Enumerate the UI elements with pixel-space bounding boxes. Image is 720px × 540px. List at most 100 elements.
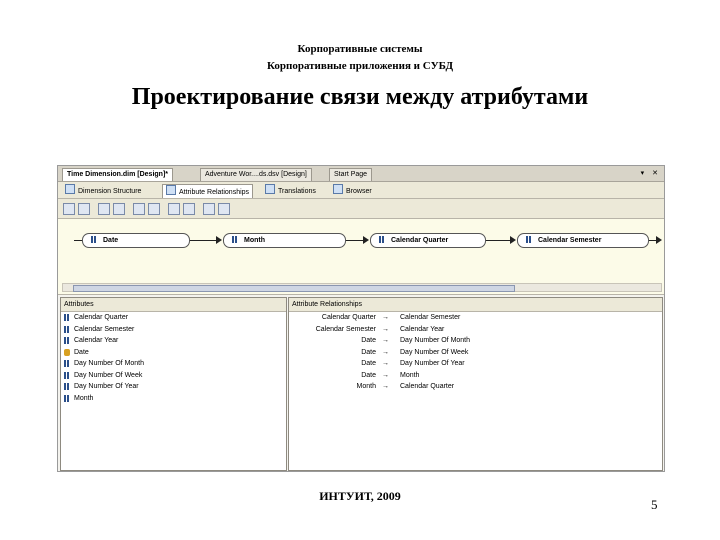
- diagram-node-month[interactable]: Month: [223, 233, 346, 248]
- diagram-horizontal-scrollbar[interactable]: [62, 283, 662, 292]
- key-attribute-icon: [64, 348, 70, 356]
- doc-tab-start-page[interactable]: Start Page: [329, 168, 373, 181]
- attribute-list-item[interactable]: Day Number Of Year: [61, 381, 286, 393]
- designer-subtab-bar: Dimension Structure Attribute Relationsh…: [58, 182, 664, 199]
- new-relationship-icon[interactable]: [63, 203, 75, 215]
- arrow-icon: →: [382, 325, 389, 333]
- connector-line: [486, 240, 510, 241]
- document-tab-bar: Time Dimension.dim [Design]* Adventure W…: [58, 166, 664, 182]
- relationship-row[interactable]: Date → Month: [289, 370, 662, 382]
- relationship-diagram: Date Month Calendar Quarter Calendar Sem…: [58, 219, 664, 295]
- browser-icon: [333, 184, 343, 194]
- arrow-icon: →: [382, 383, 389, 390]
- tab-attribute-relationships[interactable]: Attribute Relationships: [162, 184, 254, 198]
- attribute-list-item[interactable]: Date: [61, 347, 286, 359]
- structure-icon: [65, 184, 75, 194]
- attribute-name: Date: [74, 348, 89, 356]
- attribute-icon: [526, 236, 532, 243]
- relationship-row[interactable]: Month → Calendar Quarter: [289, 381, 662, 393]
- attribute-name: Calendar Semester: [74, 325, 135, 333]
- node-label: Calendar Quarter: [391, 237, 449, 244]
- arrow-icon: →: [382, 371, 389, 379]
- relationship-target: Calendar Semester: [400, 314, 461, 321]
- translations-icon: [265, 184, 275, 194]
- show-list-icon[interactable]: [168, 203, 180, 215]
- process-icon[interactable]: [183, 203, 195, 215]
- tab-translations[interactable]: Translations: [262, 184, 319, 197]
- attribute-icon: [64, 314, 70, 321]
- relationship-row[interactable]: Date → Day Number Of Year: [289, 358, 662, 370]
- designer-window-screenshot: Time Dimension.dim [Design]* Adventure W…: [57, 165, 665, 472]
- attribute-icon: [91, 236, 97, 243]
- attribute-icon: [232, 236, 238, 243]
- slide-title: Проектирование связи между атрибутами: [131, 84, 589, 110]
- connector-line: [190, 240, 216, 241]
- node-label: Month: [244, 237, 265, 244]
- connector-arrow: [510, 236, 516, 244]
- relationship-source: Date: [361, 337, 376, 344]
- designer-toolbar: [58, 199, 664, 219]
- relationship-target: Month: [400, 371, 420, 379]
- relationship-target: Calendar Year: [400, 325, 445, 333]
- relationship-source: Calendar Quarter: [321, 314, 376, 321]
- tab-controls[interactable]: ▾ ✕: [641, 168, 661, 179]
- arrow-icon: →: [382, 360, 389, 367]
- view-icon[interactable]: [218, 203, 230, 215]
- relationship-source: Date: [361, 348, 376, 356]
- bottom-panels: Attributes Calendar Quarter Calendar Seme…: [58, 297, 664, 471]
- tab-label: Translations: [278, 188, 316, 195]
- tab-browser[interactable]: Browser: [330, 184, 375, 197]
- attributes-list: Calendar Quarter Calendar Semester Calenda…: [61, 312, 286, 404]
- relationship-source: Month: [356, 383, 376, 390]
- connector-arrow: [656, 236, 662, 244]
- arrange-icon[interactable]: [133, 203, 145, 215]
- relationship-row[interactable]: Calendar Semester → Calendar Year: [289, 324, 662, 336]
- page-number: 5: [651, 497, 658, 512]
- relationship-target: Day Number Of Year: [400, 360, 465, 367]
- slide-footer: ИНТУИТ, 2009: [319, 489, 401, 503]
- diagram-node-calendar-quarter[interactable]: Calendar Quarter: [370, 233, 486, 248]
- attribute-icon: [64, 371, 70, 379]
- relationship-source: Calendar Semester: [315, 325, 376, 333]
- connector-arrow: [216, 236, 222, 244]
- relationship-icon: [166, 185, 176, 195]
- connector-line: [346, 240, 363, 241]
- doc-tab-time-dimension[interactable]: Time Dimension.dim [Design]*: [62, 168, 173, 181]
- attribute-icon: [64, 325, 70, 333]
- attribute-list-item[interactable]: Day Number Of Week: [61, 370, 286, 382]
- slide-header-line2: Корпоративные приложения и СУБД: [266, 60, 454, 72]
- zoom-out-icon[interactable]: [113, 203, 125, 215]
- attribute-icon: [64, 383, 70, 390]
- node-label: Calendar Semester: [538, 237, 602, 244]
- relationship-row[interactable]: Date → Day Number Of Month: [289, 335, 662, 347]
- tab-label: Attribute Relationships: [179, 189, 250, 196]
- connector-arrow: [363, 236, 369, 244]
- attribute-list-item[interactable]: Calendar Semester: [61, 324, 286, 336]
- scrollbar-thumb[interactable]: [73, 285, 515, 292]
- attribute-icon: [64, 337, 70, 344]
- attribute-list-item[interactable]: Month: [61, 393, 286, 405]
- arrow-icon: →: [382, 348, 389, 356]
- relationship-row[interactable]: Calendar Quarter → Calendar Semester: [289, 312, 662, 324]
- attribute-list-item[interactable]: Calendar Year: [61, 335, 286, 347]
- zoom-in-icon[interactable]: [98, 203, 110, 215]
- attribute-list-item[interactable]: Calendar Quarter: [61, 312, 286, 324]
- relationship-row[interactable]: Date → Day Number Of Week: [289, 347, 662, 359]
- attribute-name: Calendar Quarter: [74, 314, 129, 321]
- layout-icon[interactable]: [148, 203, 160, 215]
- delete-icon[interactable]: [78, 203, 90, 215]
- relationship-source: Date: [361, 371, 376, 379]
- attribute-icon: [64, 394, 70, 402]
- diagram-node-calendar-semester[interactable]: Calendar Semester: [517, 233, 649, 248]
- attribute-list-item[interactable]: Day Number Of Month: [61, 358, 286, 370]
- attribute-icon: [379, 236, 385, 243]
- doc-tab-dsv[interactable]: Adventure Wor....ds.dsv [Design]: [200, 168, 312, 181]
- relationship-target: Calendar Quarter: [400, 383, 455, 390]
- relationship-source: Date: [361, 360, 376, 367]
- diagram-node-date[interactable]: Date: [82, 233, 190, 248]
- attribute-icon: [64, 360, 70, 367]
- tab-dimension-structure[interactable]: Dimension Structure: [62, 184, 144, 197]
- attribute-name: Month: [74, 394, 94, 402]
- properties-icon[interactable]: [203, 203, 215, 215]
- tab-label: Browser: [346, 188, 372, 195]
